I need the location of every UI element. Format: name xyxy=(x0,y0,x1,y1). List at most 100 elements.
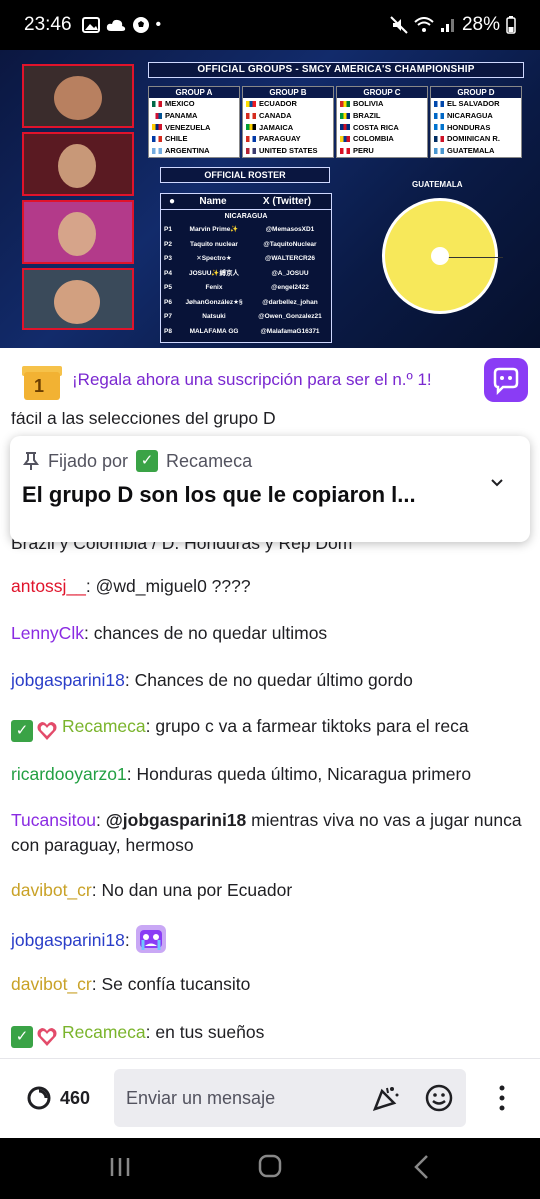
soccer-ball-icon xyxy=(132,17,149,33)
group-team: CHILE xyxy=(149,133,239,145)
battery-percent: 28% xyxy=(461,14,500,35)
user-badges: ✓ xyxy=(11,720,58,742)
team-name: ECUADOR xyxy=(259,99,297,108)
flag-icon xyxy=(246,148,256,155)
chat-message[interactable]: Tucansitou: @jobgasparini18 mientras viv… xyxy=(11,808,535,858)
group-team: EL SALVADOR xyxy=(431,98,521,110)
chat-message[interactable]: davibot_cr: No dan una por Ecuador xyxy=(11,878,535,903)
team-name: PERU xyxy=(353,146,374,156)
group-card: GROUP D EL SALVADOR NICARAGUA HONDURAS DOMIN… xyxy=(430,86,522,158)
chat-username[interactable]: jobgasparini18 xyxy=(11,670,125,690)
chat-username[interactable]: Recameca xyxy=(62,716,146,736)
roster-row: P2 Taquito nuclear @TaquitoNuclear xyxy=(161,238,331,253)
chat-username[interactable]: ricardooyarzo1 xyxy=(11,764,127,784)
webcam-3 xyxy=(22,200,134,264)
gift-sub-banner[interactable]: 1 ¡Regala ahora una suscripción para ser… xyxy=(0,348,540,412)
back-icon[interactable] xyxy=(412,1154,430,1180)
roster-handle: @darbellez_johan xyxy=(262,298,318,306)
chat-text: : No dan una por Ecuador xyxy=(91,880,293,900)
chat-input[interactable]: Enviar un mensaje xyxy=(114,1069,466,1127)
recent-apps-icon[interactable] xyxy=(108,1156,132,1178)
chat-message[interactable]: davibot_cr: Se confía tucansito xyxy=(11,972,535,997)
flag-icon xyxy=(340,136,350,143)
team-name: DOMINICAN R. xyxy=(447,134,500,144)
group-team: PANAMA xyxy=(149,110,239,122)
flag-icon xyxy=(340,112,350,119)
wheel-pointer xyxy=(443,257,503,258)
pinned-message[interactable]: Fijado por ✓ Recameca El grupo D son los… xyxy=(10,436,530,542)
heart-badge-icon xyxy=(37,1028,57,1046)
chat-message[interactable]: jobgasparini18: xyxy=(11,924,535,954)
group-team: BOLIVIA xyxy=(337,98,427,110)
pinned-by: Recameca xyxy=(166,450,253,471)
pinned-label: Fijado por xyxy=(48,450,129,471)
chat-message[interactable]: ricardooyarzo1: Honduras queda último, N… xyxy=(11,762,535,787)
team-name: MEXICO xyxy=(165,99,195,108)
gift-sub-text[interactable]: ¡Regala ahora una suscripción para ser e… xyxy=(72,370,484,390)
chat-username[interactable]: Recameca xyxy=(62,1022,146,1042)
roster-header: ● Name X (Twitter) xyxy=(161,194,331,210)
heart-badge-icon xyxy=(37,722,57,740)
flag-icon xyxy=(434,112,444,119)
party-popper-icon[interactable] xyxy=(372,1085,400,1111)
flag-icon xyxy=(246,112,256,119)
chat-username[interactable]: LennyClk xyxy=(11,623,84,643)
group-name: GROUP C xyxy=(337,87,427,98)
more-options-icon[interactable] xyxy=(494,1083,510,1113)
spin-wheel xyxy=(382,198,503,314)
chat-username[interactable]: Tucansitou xyxy=(11,810,96,830)
android-nav-bar xyxy=(0,1138,540,1199)
flag-icon xyxy=(152,100,162,107)
chat-message[interactable]: ✓ Recameca: grupo c va a farmear tiktoks … xyxy=(11,714,535,742)
roster-name: Fenix xyxy=(205,284,223,291)
group-team: ECUADOR xyxy=(243,98,333,110)
chat-text: : en tus sueños xyxy=(145,1022,265,1042)
group-team: PERU xyxy=(337,145,427,157)
chat-message[interactable]: ✓ Recameca: en tus sueños xyxy=(11,1020,535,1048)
flag-icon xyxy=(434,148,444,155)
chat-username[interactable]: antossj__ xyxy=(11,576,86,596)
chat-text: : Honduras queda último, Nicaragua prime… xyxy=(126,764,472,784)
roster-handle: @WALTERCR26 xyxy=(265,255,315,262)
roster-pos: P4 xyxy=(164,269,172,277)
roster-row: P6 JøhanGonzález★§ @darbellez_johan xyxy=(161,296,331,311)
chat-username[interactable]: davibot_cr xyxy=(11,880,92,900)
channel-points-button[interactable]: 460 xyxy=(26,1085,90,1111)
wifi-icon xyxy=(414,17,434,32)
chat-username[interactable]: jobgasparini18 xyxy=(11,930,125,950)
roster-handle: @MalafamaG16371 xyxy=(260,327,320,335)
group-card: GROUP C BOLIVIA BRAZIL COSTA RICA COLOMBIA PE… xyxy=(336,86,428,158)
roster-table: ● Name X (Twitter) NICARAGUA P1 Marvin Pr… xyxy=(160,193,332,343)
roster-handle: @MemasosXD1 xyxy=(265,226,315,233)
gift-sub-button[interactable] xyxy=(484,358,528,402)
stream-video[interactable]: OFFICIAL GROUPS - SMCY AMERICA'S CHAMPIO… xyxy=(0,50,540,348)
home-icon[interactable] xyxy=(258,1154,282,1178)
group-team: GUATEMALA xyxy=(431,145,521,157)
chat-emote xyxy=(130,925,167,953)
gallery-icon xyxy=(81,17,100,33)
team-name: HONDURAS xyxy=(447,122,491,132)
clock: 23:46 xyxy=(24,14,72,35)
chat-username[interactable]: davibot_cr xyxy=(11,974,92,994)
team-name: GUATEMALA xyxy=(447,146,495,156)
flag-icon xyxy=(246,136,256,143)
stream-title: OFFICIAL GROUPS - SMCY AMERICA'S CHAMPIO… xyxy=(148,62,524,78)
chat-message[interactable]: LennyClk: chances de no quedar ultimos xyxy=(11,621,535,646)
chat-mention[interactable]: @jobgasparini18 xyxy=(106,810,247,830)
wheel-title: GUATEMALA xyxy=(412,180,463,189)
roster-name: JøhanGonzález★§ xyxy=(185,298,243,306)
flag-icon xyxy=(152,148,162,155)
chat-message[interactable]: antossj__: @wd_miguel0 ???? xyxy=(11,574,535,599)
webcam-4 xyxy=(22,268,134,330)
channel-points-icon xyxy=(27,1086,51,1110)
team-name: UNITED STATES xyxy=(259,146,318,156)
team-name: EL SALVADOR xyxy=(447,99,500,108)
roster-name: JOSUU✨縛京人 xyxy=(189,269,239,277)
chevron-down-icon[interactable] xyxy=(490,476,504,490)
group-team: DOMINICAN R. xyxy=(431,133,521,145)
group-team: NICARAGUA xyxy=(431,110,521,122)
flag-icon xyxy=(340,148,350,155)
emoji-icon[interactable] xyxy=(424,1083,454,1113)
chat-message[interactable]: jobgasparini18: Chances de no quedar últ… xyxy=(11,668,535,693)
group-name: GROUP A xyxy=(149,87,239,98)
